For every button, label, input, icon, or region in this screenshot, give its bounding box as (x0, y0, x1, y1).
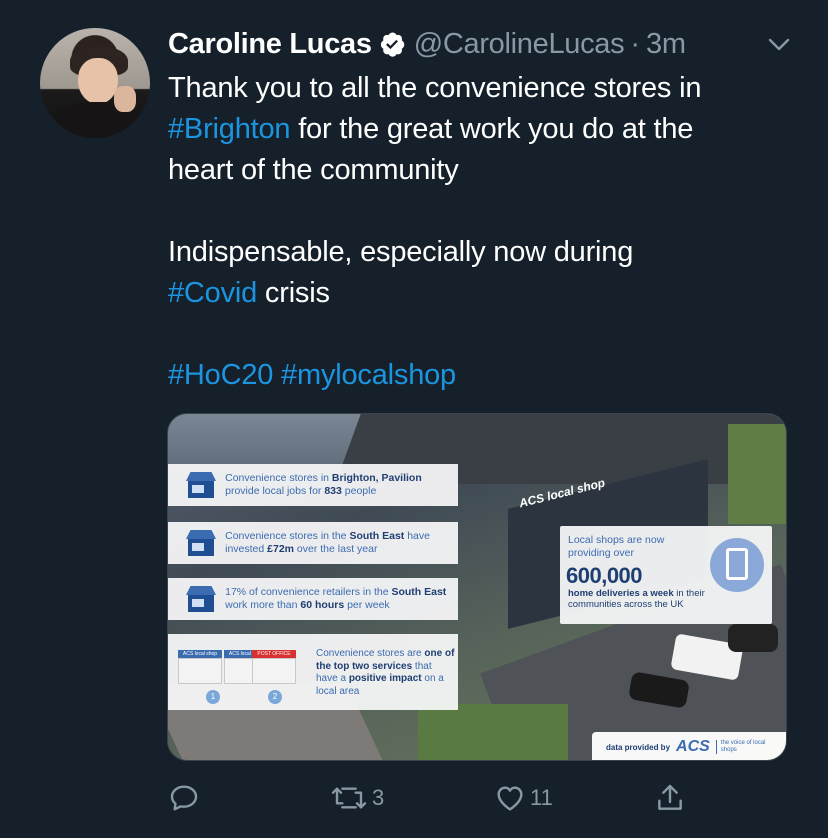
post-office-illustration: POST OFFICE (252, 650, 296, 684)
info-band-text: Convenience stores in the South East hav… (225, 530, 430, 555)
author-handle[interactable]: @CarolineLucas (414, 28, 625, 61)
shop-icon (186, 472, 216, 498)
tweet-time[interactable]: 3m (646, 28, 686, 61)
stat-description: home deliveries a week in their communit… (568, 588, 705, 610)
stat-intro: Local shops are now providing over (568, 534, 665, 559)
shop-illustration: ACS local shop (178, 650, 222, 684)
verified-badge-icon (378, 30, 406, 58)
retweet-button[interactable]: 3 (330, 778, 384, 818)
line-break (168, 191, 808, 232)
info-band-jobs: Convenience stores in Brighton, Pavilion… (168, 464, 458, 506)
info-band-investment: Convenience stores in the South East hav… (168, 522, 458, 564)
like-icon (497, 786, 523, 811)
tweet-line-text: for the great work you do at the (290, 113, 694, 145)
rank-number: 2 (268, 690, 282, 704)
like-button[interactable]: 11 (494, 778, 553, 818)
tweet-line: #HoC20 #mylocalshop (168, 355, 808, 396)
info-band-text: Convenience stores in Brighton, Pavilion… (225, 472, 422, 497)
reply-icon (170, 785, 198, 811)
tweet-line: #Brighton for the great work you do at t… (168, 109, 808, 150)
avatar-hand (114, 86, 136, 112)
stat-number: 600,000 (566, 563, 643, 588)
image-grass (728, 424, 786, 524)
tweet-text: Thank you to all the convenience stores … (168, 68, 808, 396)
info-band-impact: ACS local shop ACS local shop POST OFFIC… (168, 634, 458, 710)
reply-button[interactable] (168, 778, 200, 818)
shop-icon (186, 530, 216, 556)
tweet-line: #Covid crisis (168, 273, 808, 314)
chevron-down-icon[interactable] (764, 30, 794, 60)
hashtag-hoc20[interactable]: #HoC20 (168, 359, 273, 391)
tweet-line-text: crisis (257, 277, 330, 309)
share-icon (658, 784, 682, 810)
share-button[interactable] (654, 778, 686, 818)
info-band-text: Convenience stores are one of the top tw… (316, 648, 455, 697)
tweet[interactable]: Caroline Lucas @CarolineLucas · 3m Thank… (0, 0, 828, 838)
credit-label: data provided by (606, 742, 671, 752)
image-grass (418, 704, 568, 760)
hashtag-brighton[interactable]: #Brighton (168, 113, 291, 145)
author-name[interactable]: Caroline Lucas (168, 28, 372, 61)
image-car (728, 624, 778, 652)
info-band-hours: 17% of convenience retailers in the Sout… (168, 578, 458, 620)
tweet-line: Thank you to all the convenience stores … (168, 72, 702, 104)
rank-number: 1 (206, 690, 220, 704)
shop-icon (186, 586, 216, 612)
delivery-icon (726, 548, 748, 580)
hashtag-covid[interactable]: #Covid (168, 277, 257, 309)
avatar[interactable] (40, 28, 150, 138)
data-credit: data provided by ACS the voice of local … (592, 732, 786, 760)
acs-tagline: the voice of local shops (715, 740, 766, 754)
tweet-actions: 3 11 (168, 778, 728, 818)
tweet-image[interactable]: ACS local shop Convenience stores in Bri… (167, 413, 787, 761)
tweet-line: heart of the community (168, 154, 459, 186)
deliveries-stat-box: Local shops are now providing over 600,0… (560, 526, 772, 624)
line-break (168, 314, 808, 355)
retweet-count: 3 (372, 785, 385, 810)
tweet-line: Indispensable, especially now during (168, 236, 634, 268)
acs-logo: ACS (676, 738, 710, 755)
info-band-text: 17% of convenience retailers in the Sout… (225, 586, 447, 611)
avatar-face (78, 58, 118, 104)
hashtag-mylocalshop[interactable]: #mylocalshop (281, 359, 456, 391)
retweet-icon (331, 787, 367, 809)
like-count: 11 (530, 785, 553, 810)
tweet-header: Caroline Lucas @CarolineLucas · 3m (168, 26, 686, 62)
separator-dot: · (630, 27, 640, 60)
